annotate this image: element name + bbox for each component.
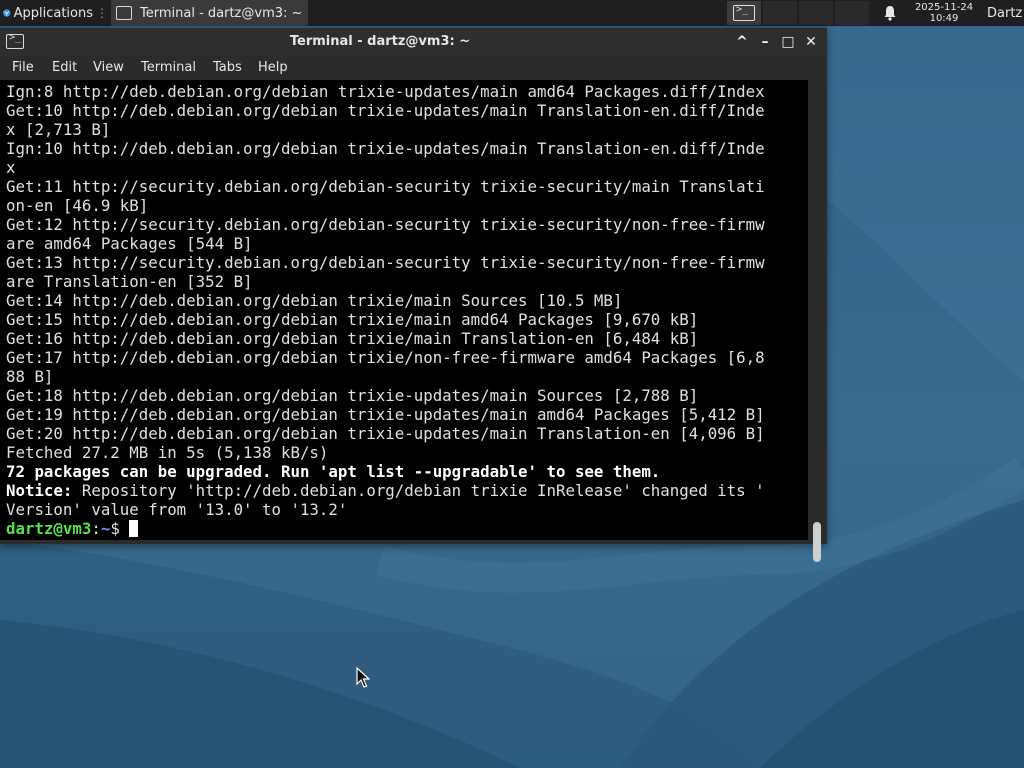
applications-menu-button[interactable]: Applications ⋮ bbox=[0, 0, 108, 26]
notice-text-continued: Version' value from '13.0' to '13.2' bbox=[6, 500, 348, 519]
xfce-logo-icon bbox=[3, 9, 11, 17]
workspace-1-button[interactable]: >_ bbox=[727, 1, 761, 25]
taskbar-terminal-button[interactable]: Terminal - dartz@vm3: ~ bbox=[111, 0, 308, 26]
applications-label: Applications bbox=[13, 5, 93, 21]
mouse-pointer-icon bbox=[356, 667, 370, 688]
terminal-line: Get:16 http://deb.debian.org/debian trix… bbox=[6, 329, 699, 348]
workspace-3-button[interactable] bbox=[799, 1, 833, 25]
user-label: Dartz bbox=[987, 5, 1023, 21]
clock-date: 2025-11-24 bbox=[914, 2, 974, 13]
terminal-line: Get:12 http://security.debian.org/debian… bbox=[6, 215, 765, 234]
notice-label: Notice: bbox=[6, 481, 73, 500]
menu-bar: File Edit View Terminal Tabs Help bbox=[0, 56, 827, 80]
prompt-separator: : bbox=[91, 519, 101, 538]
bell-icon bbox=[884, 6, 896, 21]
terminal-text: Ign:8 http://deb.debian.org/debian trixi… bbox=[6, 82, 765, 538]
terminal-line: Get:14 http://deb.debian.org/debian trix… bbox=[6, 291, 623, 310]
terminal-line: Get:20 http://deb.debian.org/debian trix… bbox=[6, 424, 765, 443]
window-title: Terminal - dartz@vm3: ~ bbox=[289, 34, 471, 49]
scrollbar-thumb[interactable] bbox=[813, 522, 821, 562]
terminal-line: Ign:10 http://deb.debian.org/debian trix… bbox=[6, 139, 765, 158]
notice-text: Repository 'http://deb.debian.org/debian… bbox=[72, 481, 765, 500]
clock[interactable]: 2025-11-24 10:49 bbox=[908, 0, 980, 26]
taskbar-terminal-label: Terminal - dartz@vm3: ~ bbox=[140, 5, 303, 21]
terminal-line: Get:10 http://deb.debian.org/debian trix… bbox=[6, 101, 765, 120]
terminal-line: on-en [46.9 kB] bbox=[6, 196, 149, 215]
close-button[interactable]: ✕ bbox=[802, 33, 820, 51]
upgrade-notice-line: 72 packages can be upgraded. Run 'apt li… bbox=[6, 462, 661, 481]
terminal-line: Get:15 http://deb.debian.org/debian trix… bbox=[6, 310, 699, 329]
terminal-line: x [2,713 B] bbox=[6, 120, 111, 139]
terminal-scrollbar[interactable] bbox=[808, 80, 827, 562]
prompt-path: ~ bbox=[100, 519, 111, 538]
terminal-window: >_ Terminal - dartz@vm3: ~ ^ – □ ✕ File … bbox=[0, 28, 827, 562]
terminal-line: Get:19 http://deb.debian.org/debian trix… bbox=[6, 405, 765, 424]
user-menu-button[interactable]: Dartz bbox=[987, 0, 1024, 26]
shade-button[interactable]: ^ bbox=[733, 33, 751, 51]
maximize-button[interactable]: □ bbox=[779, 33, 797, 51]
terminal-line: 88 B] bbox=[6, 367, 54, 386]
terminal-output-area[interactable]: Ign:8 http://deb.debian.org/debian trixi… bbox=[0, 80, 808, 540]
terminal-line: are Translation-en [352 B] bbox=[6, 272, 253, 291]
terminal-line: Fetched 27.2 MB in 5s (5,138 kB/s) bbox=[6, 443, 329, 462]
window-titlebar[interactable]: >_ Terminal - dartz@vm3: ~ ^ – □ ✕ bbox=[0, 28, 827, 56]
terminal-line: Get:13 http://security.debian.org/debian… bbox=[6, 253, 765, 272]
terminal-line: Get:17 http://deb.debian.org/debian trix… bbox=[6, 348, 765, 367]
menu-separator-icon: ⋮ bbox=[96, 6, 108, 20]
prompt-symbol: $ bbox=[110, 519, 130, 538]
menu-help[interactable]: Help bbox=[258, 56, 288, 80]
menu-file[interactable]: File bbox=[12, 56, 34, 80]
text-cursor bbox=[129, 520, 139, 537]
menu-edit[interactable]: Edit bbox=[52, 56, 77, 80]
menu-view[interactable]: View bbox=[93, 56, 124, 80]
terminal-line: Ign:8 http://deb.debian.org/debian trixi… bbox=[6, 82, 765, 101]
terminal-line: are amd64 Packages [544 B] bbox=[6, 234, 253, 253]
prompt-user: dartz@vm3 bbox=[6, 519, 92, 538]
terminal-icon: >_ bbox=[733, 4, 755, 21]
menu-tabs[interactable]: Tabs bbox=[213, 56, 242, 80]
terminal-line: Get:18 http://deb.debian.org/debian trix… bbox=[6, 386, 699, 405]
top-panel: Applications ⋮ Terminal - dartz@vm3: ~ >… bbox=[0, 0, 1024, 26]
terminal-line: x bbox=[6, 158, 16, 177]
minimize-button[interactable]: – bbox=[756, 33, 774, 51]
workspace-4-button[interactable] bbox=[835, 1, 869, 25]
terminal-line: Get:11 http://security.debian.org/debian… bbox=[6, 177, 765, 196]
workspace-2-button[interactable] bbox=[763, 1, 797, 25]
notifications-button[interactable] bbox=[880, 0, 900, 26]
clock-time: 10:49 bbox=[929, 13, 959, 24]
terminal-icon bbox=[116, 6, 132, 20]
menu-terminal[interactable]: Terminal bbox=[141, 56, 196, 80]
